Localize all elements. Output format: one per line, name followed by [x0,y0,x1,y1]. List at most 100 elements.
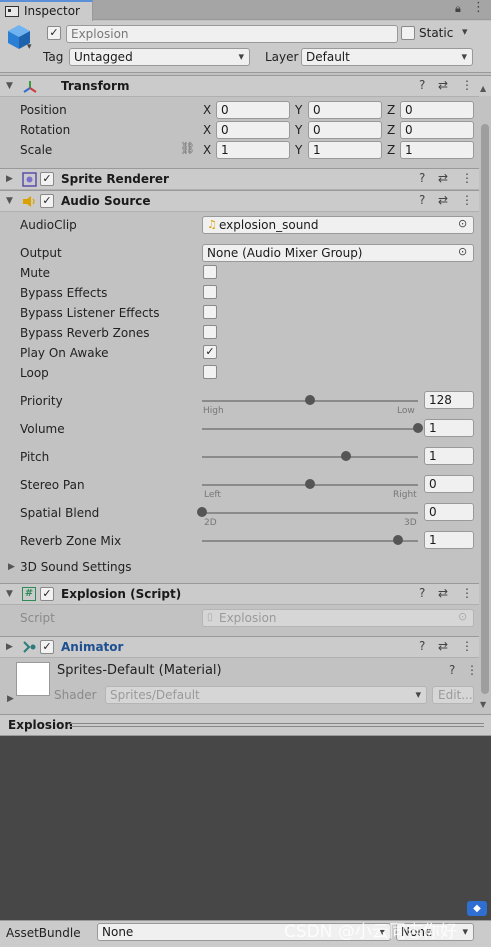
audio-source-title: Audio Source [61,194,151,208]
reverb-zone-mix-field[interactable]: 1 [424,531,474,549]
preset-icon[interactable]: ⇄ [438,586,448,600]
output-field[interactable]: None (Audio Mixer Group) [202,244,474,262]
spatial-blend-slider-track[interactable] [202,512,418,514]
position-y-field[interactable]: 0 [308,101,382,119]
loop-checkbox[interactable] [203,365,217,379]
sprite-renderer-icon [22,172,37,187]
material-preview-thumbnail[interactable] [16,662,50,696]
rotation-z-field[interactable]: 0 [400,121,474,139]
name-field[interactable]: Explosion [66,25,398,43]
preset-icon[interactable]: ⇄ [438,639,448,653]
component-menu-icon[interactable]: ⋮ [461,193,473,207]
position-x-label[interactable]: X [203,103,211,117]
play-on-awake-checkbox[interactable]: ✓ [203,345,217,359]
scrollbar-thumb[interactable] [481,124,489,694]
component-menu-icon[interactable]: ⋮ [461,586,473,600]
scale-x-label[interactable]: X [203,143,211,157]
preset-icon[interactable]: ⇄ [438,193,448,207]
object-picker-icon[interactable]: ⊙ [458,217,467,230]
sprite-renderer-enabled-checkbox[interactable]: ✓ [40,172,54,186]
priority-slider-knob[interactable] [305,395,315,405]
pitch-slider-knob[interactable] [341,451,352,461]
position-y-label[interactable]: Y [295,103,302,117]
fold-open-icon[interactable]: ▼ [6,81,13,91]
audio-source-header[interactable]: ▼ ✓ Audio Source ? ⇄ ⋮ [0,190,491,212]
scale-z-label[interactable]: Z [387,143,395,157]
rotation-y-label[interactable]: Y [295,123,302,137]
position-x-field[interactable]: 0 [216,101,290,119]
lock-icon[interactable]: 🔒︎ [455,2,461,16]
3d-sound-settings-label[interactable]: 3D Sound Settings [20,560,132,574]
preset-icon[interactable]: ⇄ [438,78,448,92]
scale-z-field[interactable]: 1 [400,141,474,159]
tag-dropdown[interactable]: Untagged [69,48,250,66]
scale-y-label[interactable]: Y [295,143,302,157]
reverb-zone-mix-slider-knob[interactable] [393,535,404,545]
transform-header[interactable]: ▼ Transform ? ⇄ ⋮ [0,75,491,97]
shader-edit-button[interactable]: Edit... [432,686,474,704]
rotation-x-label[interactable]: X [203,123,211,137]
fold-closed-icon[interactable]: ▶ [6,642,13,652]
component-menu-icon[interactable]: ⋮ [461,639,473,653]
bypass-effects-checkbox[interactable] [203,285,217,299]
bypass-reverb-zones-checkbox[interactable] [203,325,217,339]
position-z-label[interactable]: Z [387,103,395,117]
script-enabled-checkbox[interactable]: ✓ [40,587,54,601]
help-icon[interactable]: ? [419,78,425,92]
shader-dropdown[interactable]: Sprites/Default [105,686,427,704]
volume-slider-track[interactable] [202,428,418,430]
help-icon[interactable]: ? [419,639,425,653]
scale-y-field[interactable]: 1 [308,141,382,159]
label-tag-icon[interactable]: ◆ [467,901,487,916]
rotation-x-field[interactable]: 0 [216,121,290,139]
component-menu-icon[interactable]: ⋮ [466,663,478,677]
animator-header[interactable]: ▶ ✓ Animator ? ⇄ ⋮ [0,636,491,658]
component-menu-icon[interactable]: ⋮ [461,171,473,185]
spatial-blend-slider-knob[interactable] [197,507,207,517]
fold-closed-icon[interactable]: ▶ [8,562,15,572]
pitch-slider-track[interactable] [202,456,418,458]
static-dropdown-icon[interactable]: ▾ [462,25,468,38]
bypass-listener-effects-checkbox[interactable] [203,305,217,319]
help-icon[interactable]: ? [419,193,425,207]
audio-source-enabled-checkbox[interactable]: ✓ [40,194,54,208]
help-icon[interactable]: ? [449,663,455,677]
volume-field[interactable]: 1 [424,419,474,437]
mute-checkbox[interactable] [203,265,217,279]
script-header[interactable]: ▼ # ✓ Explosion (Script) ? ⇄ ⋮ [0,583,491,605]
icon-dropdown-icon[interactable]: ▾ [27,42,32,52]
fold-open-icon[interactable]: ▼ [6,589,13,599]
fold-open-icon[interactable]: ▼ [6,196,13,206]
audioclip-field[interactable]: ♫ explosion_sound [202,216,474,234]
animator-enabled-checkbox[interactable]: ✓ [40,640,54,654]
menu-icon[interactable]: ⋮ [472,0,485,15]
tab-inspector[interactable]: Inspector [0,0,93,21]
rotation-z-label[interactable]: Z [387,123,395,137]
link-scale-icon[interactable]: ⛓︎ [180,141,195,155]
object-picker-icon[interactable]: ⊙ [458,245,467,258]
preset-icon[interactable]: ⇄ [438,171,448,185]
help-icon[interactable]: ? [419,171,425,185]
layer-label: Layer [265,50,299,64]
help-icon[interactable]: ? [419,586,425,600]
fold-closed-icon[interactable]: ▶ [6,174,13,184]
priority-field[interactable]: 128 [424,391,474,409]
rotation-y-field[interactable]: 0 [308,121,382,139]
active-checkbox[interactable]: ✓ [47,26,61,40]
sprite-renderer-header[interactable]: ▶ ✓ Sprite Renderer ? ⇄ ⋮ [0,168,491,190]
layer-dropdown[interactable]: Default [301,48,473,66]
position-z-field[interactable]: 0 [400,101,474,119]
scale-x-field[interactable]: 1 [216,141,290,159]
scroll-down-icon[interactable]: ▼ [480,700,486,709]
volume-slider-knob[interactable] [413,423,423,433]
pitch-field[interactable]: 1 [424,447,474,465]
component-menu-icon[interactable]: ⋮ [461,78,473,92]
spatial-blend-field[interactable]: 0 [424,503,474,521]
stereo-pan-slider-knob[interactable] [305,479,315,489]
preview-header[interactable]: Explosion [0,714,491,736]
stereo-pan-field[interactable]: 0 [424,475,474,493]
static-checkbox[interactable] [401,26,415,40]
scroll-up-icon[interactable]: ▲ [480,84,486,93]
fold-closed-icon[interactable]: ▶ [7,694,14,704]
reverb-zone-mix-slider-track[interactable] [202,540,418,542]
